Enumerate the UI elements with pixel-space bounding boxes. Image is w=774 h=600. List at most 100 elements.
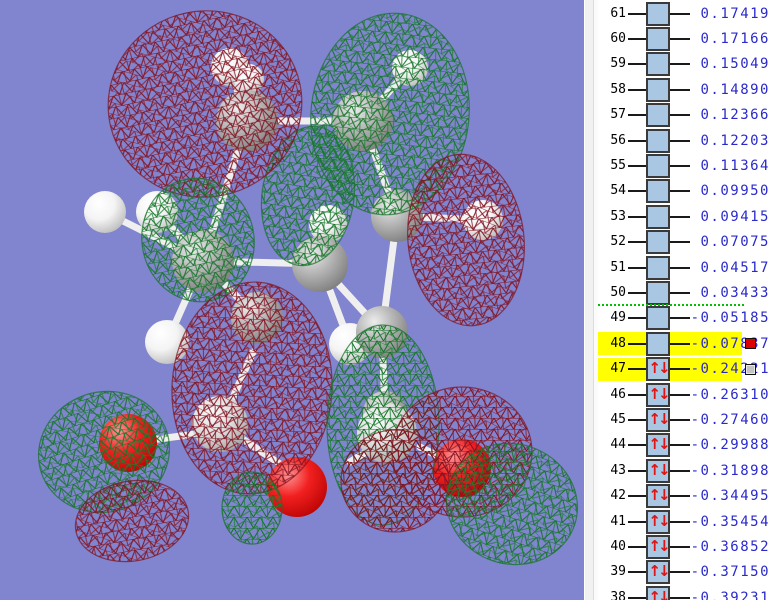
orbital-box-virtual[interactable] <box>646 77 670 102</box>
energy-level-line <box>628 190 646 193</box>
orbital-energy-diagram-panel[interactable]: 61 0.17419 60 0.17166 59 0.15049 58 0.14890 57 0.… <box>598 0 774 600</box>
energy-level-line <box>628 393 646 396</box>
orbital-marker-red-square[interactable] <box>745 338 756 350</box>
orbital-number: 53 <box>610 208 626 224</box>
orbital-row-46[interactable]: 46 ↑↓ -0.26310 <box>598 382 774 407</box>
orbital-row-40[interactable]: 40 ↑↓ -0.36852 <box>598 534 774 559</box>
orbital-number: 45 <box>610 411 626 427</box>
orbital-row-51[interactable]: 51 0.04517 <box>598 255 774 280</box>
orbital-box-virtual[interactable] <box>646 204 670 229</box>
orbital-number: 50 <box>610 284 626 300</box>
orbital-box-virtual[interactable] <box>646 230 670 255</box>
orbital-number: 42 <box>610 488 626 504</box>
energy-level-line <box>628 469 646 472</box>
orbital-energy-value: 0.12366 <box>700 107 770 124</box>
orbital-box-virtual[interactable] <box>646 179 670 204</box>
orbital-energy-value: -0.35454 <box>690 513 770 530</box>
molecule-orbital-viewport[interactable] <box>0 0 584 600</box>
orbital-energy-value: -0.29988 <box>690 437 770 454</box>
pane-splitter[interactable] <box>584 0 598 600</box>
orbital-number: 41 <box>610 513 626 529</box>
orbital-row-42[interactable]: 42 ↑↓ -0.34495 <box>598 484 774 509</box>
orbital-box-occupied[interactable]: ↑↓ <box>646 560 671 585</box>
orbital-energy-value: -0.39231 <box>690 589 770 600</box>
orbital-energy-value: 0.12203 <box>700 132 770 149</box>
orbital-row-58[interactable]: 58 0.14890 <box>598 77 774 102</box>
energy-level-line <box>628 114 646 117</box>
orbital-row-45[interactable]: 45 ↑↓ -0.27460 <box>598 407 774 432</box>
orbital-row-50[interactable]: 50 0.03433 <box>598 280 774 305</box>
orbital-box-virtual[interactable] <box>646 52 670 77</box>
app-window: 61 0.17419 60 0.17166 59 0.15049 58 0.14890 57 0.… <box>0 0 774 600</box>
orbital-row-43[interactable]: 43 ↑↓ -0.31898 <box>598 458 774 483</box>
orbital-box-virtual[interactable] <box>646 26 670 51</box>
orbital-energy-value: 0.03433 <box>700 284 770 301</box>
electron-spin-arrows-icon: ↑↓ <box>648 409 670 428</box>
orbital-row-38[interactable]: 38 ↑↓ -0.39231 <box>598 585 774 600</box>
orbital-energy-value: 0.17419 <box>700 5 770 22</box>
orbital-box-virtual[interactable] <box>646 128 670 153</box>
orbital-row-60[interactable]: 60 0.17166 <box>598 26 774 51</box>
orbital-number: 43 <box>610 462 626 478</box>
orbital-box-virtual[interactable] <box>646 153 670 178</box>
orbital-lobe-green <box>221 471 283 545</box>
orbital-box-virtual[interactable] <box>646 331 670 356</box>
atom-H[interactable] <box>84 191 126 233</box>
orbital-number: 44 <box>610 437 626 453</box>
orbital-row-52[interactable]: 52 0.07075 <box>598 230 774 255</box>
energy-level-line <box>628 12 646 15</box>
orbital-energy-value: -0.27460 <box>690 411 770 428</box>
orbital-energy-value: 0.09950 <box>700 183 770 200</box>
orbital-number: 58 <box>610 81 626 97</box>
orbital-number: 51 <box>610 259 626 275</box>
orbital-number: 60 <box>610 30 626 46</box>
orbital-row-54[interactable]: 54 0.09950 <box>598 179 774 204</box>
orbital-box-occupied[interactable]: ↑↓ <box>646 585 671 600</box>
orbital-box-virtual[interactable] <box>646 280 670 305</box>
orbital-row-44[interactable]: 44 ↑↓ -0.29988 <box>598 433 774 458</box>
orbital-box-virtual[interactable] <box>646 306 670 331</box>
orbital-row-49[interactable]: 49 -0.05185 <box>598 306 774 331</box>
orbital-box-occupied[interactable]: ↑↓ <box>646 484 671 509</box>
energy-level-line <box>628 495 646 498</box>
orbital-marker-gray-square[interactable] <box>745 363 756 375</box>
orbital-number: 47 <box>610 361 626 377</box>
orbital-row-39[interactable]: 39 ↑↓ -0.37150 <box>598 560 774 585</box>
orbital-row-61[interactable]: 61 0.17419 <box>598 1 774 26</box>
orbital-box-occupied[interactable]: ↑↓ <box>646 509 671 534</box>
orbital-number: 55 <box>610 157 626 173</box>
orbital-row-57[interactable]: 57 0.12366 <box>598 103 774 128</box>
orbital-energy-value: -0.26310 <box>690 386 770 403</box>
orbital-energy-value: 0.15049 <box>700 56 770 73</box>
orbital-energy-value: -0.05185 <box>690 310 770 327</box>
orbital-row-56[interactable]: 56 0.12203 <box>598 128 774 153</box>
orbital-box-virtual[interactable] <box>646 1 670 26</box>
orbital-box-occupied[interactable]: ↑↓ <box>646 534 671 559</box>
orbital-box-virtual[interactable] <box>646 103 670 128</box>
energy-level-line <box>628 418 646 421</box>
orbital-energy-value: -0.07837 <box>690 335 770 352</box>
electron-spin-arrows-icon: ↑↓ <box>648 562 670 581</box>
orbital-number: 59 <box>610 56 626 72</box>
energy-level-line <box>628 266 646 269</box>
orbital-energy-value: 0.09415 <box>700 208 770 225</box>
orbital-number: 40 <box>610 538 626 554</box>
orbital-row-55[interactable]: 55 0.11364 <box>598 153 774 178</box>
orbital-number: 49 <box>610 310 626 326</box>
orbital-box-occupied[interactable]: ↑↓ <box>646 433 671 458</box>
orbital-number: 61 <box>610 5 626 21</box>
orbital-box-virtual[interactable] <box>646 255 670 280</box>
orbital-energy-value: -0.36852 <box>690 538 770 555</box>
orbital-box-occupied[interactable]: ↑↓ <box>646 357 671 382</box>
orbital-row-59[interactable]: 59 0.15049 <box>598 52 774 77</box>
orbital-row-53[interactable]: 53 0.09415 <box>598 204 774 229</box>
orbital-number: 57 <box>610 107 626 123</box>
energy-level-line <box>628 291 646 294</box>
orbital-box-occupied[interactable]: ↑↓ <box>646 458 671 483</box>
orbital-box-occupied[interactable]: ↑↓ <box>646 382 671 407</box>
orbital-box-occupied[interactable]: ↑↓ <box>646 407 671 432</box>
energy-level-line <box>628 596 646 599</box>
energy-level-line <box>628 37 646 40</box>
orbital-row-41[interactable]: 41 ↑↓ -0.35454 <box>598 509 774 534</box>
energy-level-line <box>628 342 646 345</box>
